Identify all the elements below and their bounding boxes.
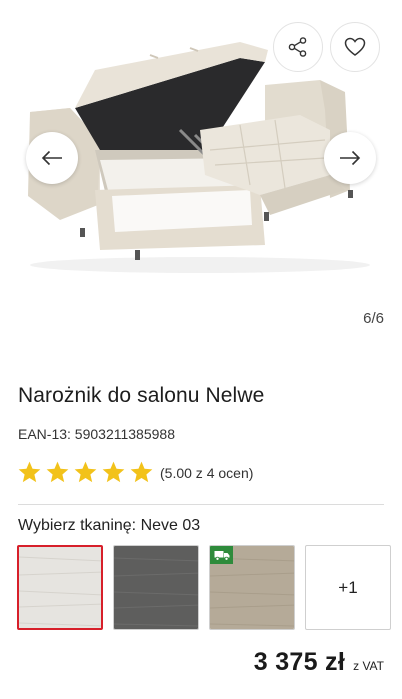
fabric-label: Wybierz tkaninę: Neve 03 [18, 517, 201, 534]
product-gallery[interactable] [0, 0, 402, 300]
star-icon [74, 461, 97, 483]
product-ean: EAN-13: 5903211385988 [18, 426, 175, 442]
arrow-right-icon [340, 150, 361, 166]
price-value: 3 375 zł [253, 648, 346, 676]
fabric-swatches: +1 [17, 545, 391, 630]
fabric-swatch-grey[interactable] [113, 545, 199, 630]
star-icon [102, 461, 125, 483]
fabric-swatch-beige[interactable] [209, 545, 295, 630]
star-icon [130, 461, 153, 483]
truck-icon [214, 550, 229, 561]
share-icon [288, 37, 307, 57]
star-icon [18, 461, 41, 483]
image-counter: 6/6 [363, 310, 384, 327]
next-image-button[interactable] [324, 132, 376, 184]
star-icon [46, 461, 69, 483]
price-block: 3 375 zł z VAT [254, 648, 384, 677]
price-vat-label: z VAT [353, 659, 384, 673]
heart-icon [344, 37, 366, 56]
arrow-left-icon [41, 150, 62, 166]
divider [18, 504, 384, 505]
delivery-badge [210, 546, 233, 564]
rating-text: (5.00 z 4 ocen) [160, 464, 254, 481]
fabric-texture [19, 547, 101, 628]
product-title: Narożnik do salonu Nelwe [18, 384, 265, 407]
more-fabrics-button[interactable]: +1 [305, 545, 391, 630]
fabric-swatch-neve-03[interactable] [17, 545, 103, 630]
product-rating[interactable]: (5.00 z 4 ocen) [17, 460, 253, 485]
fabric-texture [114, 546, 198, 629]
favorite-button[interactable] [330, 22, 380, 72]
rating-stars [17, 460, 154, 485]
share-button[interactable] [273, 22, 323, 72]
previous-image-button[interactable] [26, 132, 78, 184]
